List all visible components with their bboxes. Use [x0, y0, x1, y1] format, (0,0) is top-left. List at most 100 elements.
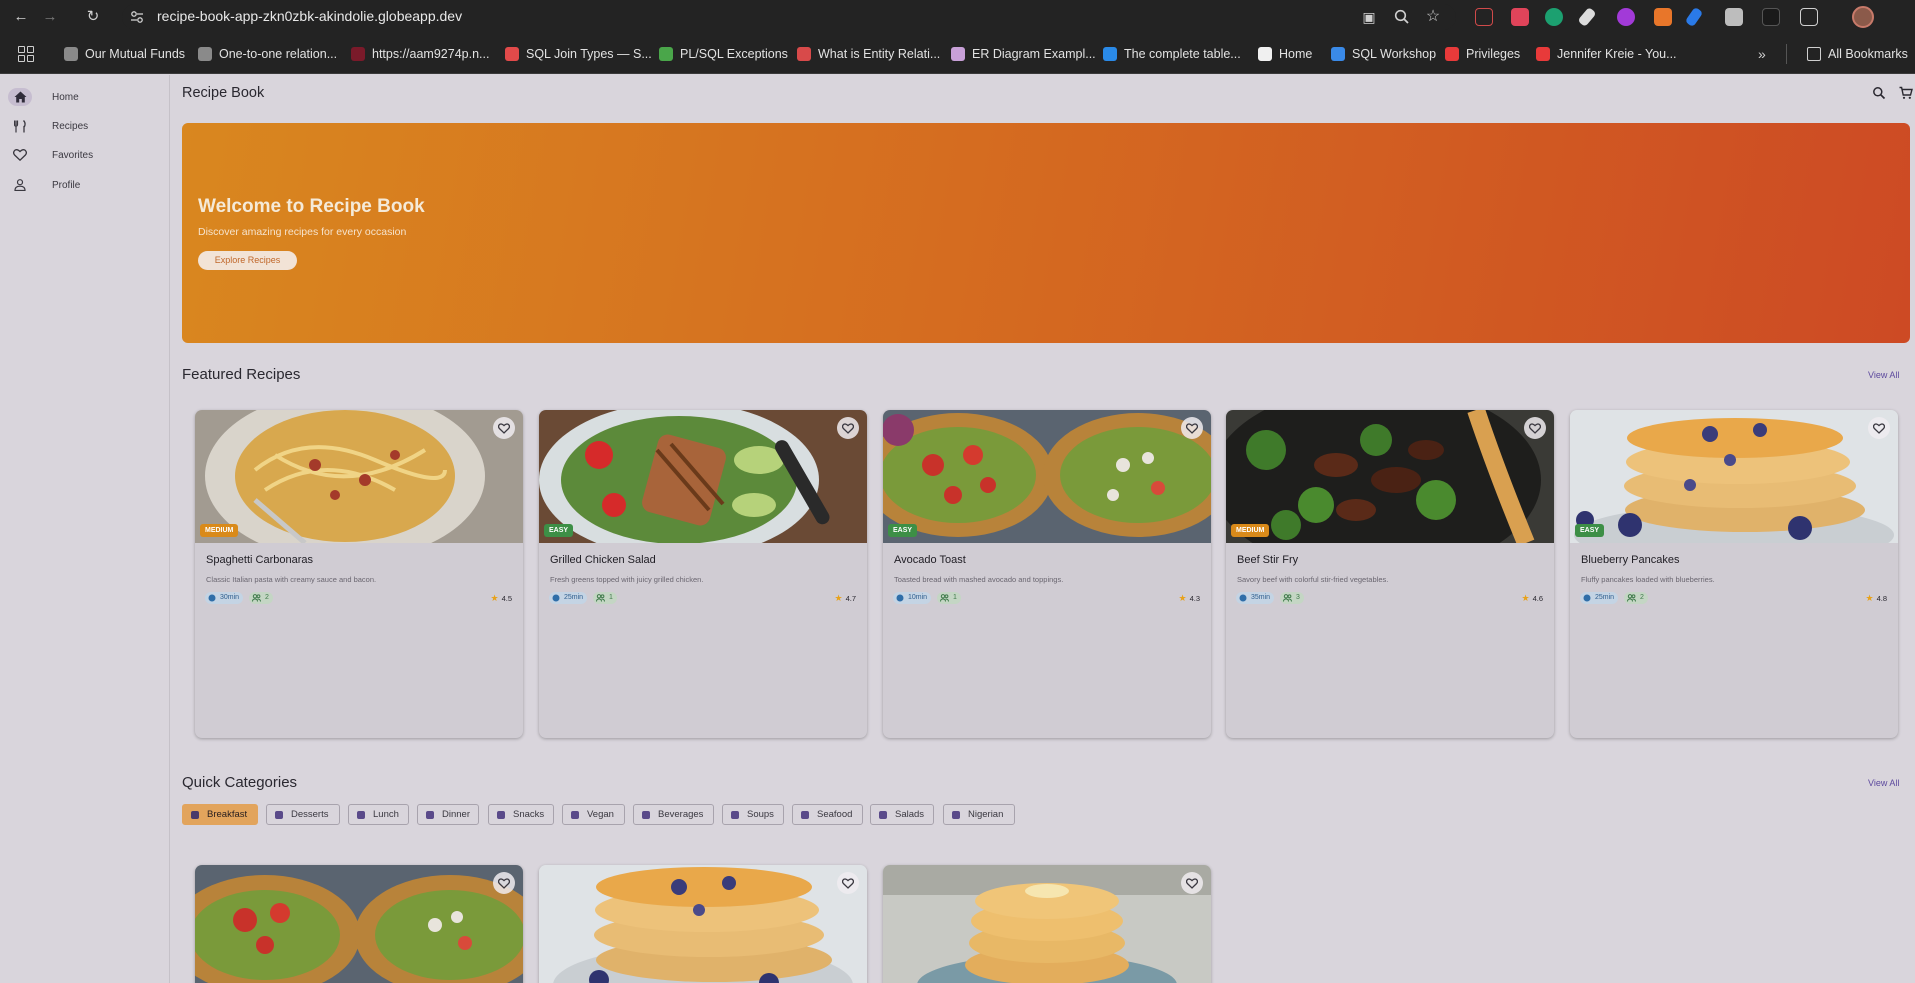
sidebar-item-home[interactable]: Home: [8, 85, 158, 109]
category-chip-breakfast[interactable]: Breakfast: [182, 804, 258, 825]
sidebar: Home Recipes Favorites Profile: [0, 75, 170, 983]
category-icon: [571, 810, 579, 819]
bookmark-item[interactable]: One-to-one relation...: [198, 46, 337, 62]
profile-avatar[interactable]: [1852, 6, 1874, 28]
favorite-heart-icon[interactable]: [493, 872, 515, 894]
rating: ★ 4.3: [1178, 593, 1200, 603]
favorite-heart-icon[interactable]: [1868, 417, 1890, 439]
recipe-image: [1570, 410, 1898, 543]
sidebar-item-profile[interactable]: Profile: [8, 173, 158, 197]
recipe-card[interactable]: EASY Avocado Toast Toasted bread with mash…: [883, 410, 1211, 738]
bookmark-item[interactable]: Our Mutual Funds: [64, 46, 185, 62]
pen-extension-icon[interactable]: [1684, 6, 1704, 28]
url-text[interactable]: recipe-book-app-zkn0zbk-akindolie.globea…: [157, 8, 462, 24]
cart-icon[interactable]: [1899, 86, 1913, 100]
star-icon: ★: [834, 593, 843, 603]
bookmark-item[interactable]: What is Entity Relati...: [797, 46, 940, 62]
category-recipe-card[interactable]: [195, 865, 523, 983]
servings-chip: 2: [1624, 592, 1648, 604]
forward-icon[interactable]: →: [40, 7, 60, 27]
recipe-card[interactable]: MEDIUM Beef Stir Fry Savory beef with colo…: [1226, 410, 1554, 738]
category-chip-nigerian[interactable]: Nigerian: [943, 804, 1015, 825]
bookmark-label: Home: [1279, 47, 1313, 61]
extension-purple-icon[interactable]: [1617, 8, 1635, 26]
cook-time-chip: 25min: [1580, 592, 1619, 604]
favorite-heart-icon[interactable]: [493, 417, 515, 439]
favorite-heart-icon[interactable]: [1181, 872, 1203, 894]
bookmark-label: https://aam9274p.n...: [372, 47, 490, 61]
category-chip-seafood[interactable]: Seafood: [792, 804, 863, 825]
recipe-image: [1226, 410, 1554, 543]
apps-grid-icon[interactable]: [18, 46, 34, 62]
people-icon: [252, 594, 261, 602]
category-chip-vegan[interactable]: Vegan: [562, 804, 625, 825]
zoom-icon[interactable]: [1393, 8, 1411, 26]
clock-icon: [1583, 594, 1591, 602]
recipe-image: [539, 410, 867, 543]
cloud-extension-icon[interactable]: [1725, 8, 1743, 26]
category-recipe-card[interactable]: [539, 865, 867, 983]
hero-subtitle: Discover amazing recipes for every occas…: [198, 226, 407, 238]
grammarly-extension-icon[interactable]: [1545, 8, 1563, 26]
category-icon: [952, 810, 960, 819]
recipe-image: [883, 865, 1211, 983]
favorite-heart-icon[interactable]: [837, 872, 859, 894]
favorite-heart-icon[interactable]: [837, 417, 859, 439]
categories-view-all-link[interactable]: View All: [1868, 778, 1899, 788]
bookmarks-bar: Our Mutual Funds One-to-one relation... ht…: [0, 34, 1915, 74]
metamask-extension-icon[interactable]: [1654, 8, 1672, 26]
category-chip-lunch[interactable]: Lunch: [348, 804, 409, 825]
recipe-description: Classic Italian pasta with creamy sauce …: [206, 575, 377, 584]
sidebar-item-favorites[interactable]: Favorites: [8, 143, 158, 167]
install-app-icon[interactable]: ▣: [1360, 8, 1378, 26]
category-chip-beverages[interactable]: Beverages: [633, 804, 714, 825]
recipe-card[interactable]: EASY Grilled Chicken Salad Fresh greens to…: [539, 410, 867, 738]
dark-extension-icon[interactable]: [1762, 8, 1780, 26]
featured-view-all-link[interactable]: View All: [1868, 370, 1899, 380]
recipe-description: Toasted bread with mashed avocado and to…: [894, 575, 1064, 584]
bookmark-item[interactable]: Privileges: [1445, 46, 1520, 62]
recipe-description: Fluffy pancakes loaded with blueberries.: [1581, 575, 1715, 584]
bookmark-favicon-icon: [1258, 47, 1272, 61]
bookmark-star-icon[interactable]: ☆: [1424, 8, 1442, 26]
category-chip-soups[interactable]: Soups: [722, 804, 784, 825]
reload-icon[interactable]: ↻: [83, 7, 103, 27]
recipe-image: [195, 410, 523, 543]
bookmark-item[interactable]: The complete table...: [1103, 46, 1241, 62]
back-icon[interactable]: ←: [11, 7, 31, 27]
category-chip-snacks[interactable]: Snacks: [488, 804, 554, 825]
bookmark-item[interactable]: ER Diagram Exampl...: [951, 46, 1096, 62]
site-settings-icon[interactable]: [130, 10, 144, 24]
record-extension-icon[interactable]: [1475, 8, 1493, 26]
bookmark-item[interactable]: SQL Join Types — S...: [505, 46, 652, 62]
category-chip-dinner[interactable]: Dinner: [417, 804, 479, 825]
star-icon: ★: [1865, 593, 1874, 603]
favorite-heart-icon[interactable]: [1181, 417, 1203, 439]
bookmark-favicon-icon: [797, 47, 811, 61]
home-icon: [8, 88, 32, 106]
bookmark-label: Privileges: [1466, 47, 1521, 61]
recipe-card[interactable]: EASY Blueberry Pancakes Fluffy pancakes lo…: [1570, 410, 1898, 738]
bookmark-favicon-icon: [1103, 47, 1117, 61]
bookmark-item[interactable]: Home: [1258, 46, 1312, 62]
sidebar-item-recipes[interactable]: Recipes: [8, 114, 158, 138]
bookmark-favicon-icon: [951, 47, 965, 61]
favorite-heart-icon[interactable]: [1524, 417, 1546, 439]
more-bookmarks-chevron-icon[interactable]: »: [1758, 46, 1766, 62]
category-recipe-card[interactable]: [883, 865, 1211, 983]
category-chip-salads[interactable]: Salads: [870, 804, 934, 825]
eyedropper-extension-icon[interactable]: [1577, 6, 1597, 28]
all-bookmarks[interactable]: All Bookmarks: [1807, 46, 1908, 62]
bookmark-item[interactable]: PL/SQL Exceptions: [659, 46, 788, 62]
bookmark-item[interactable]: Jennifer Kreie - You...: [1536, 46, 1677, 62]
category-chip-desserts[interactable]: Desserts: [266, 804, 340, 825]
star-icon: ★: [490, 593, 499, 603]
explore-recipes-button[interactable]: Explore Recipes: [198, 251, 297, 270]
extensions-puzzle-icon[interactable]: [1800, 8, 1818, 26]
recipe-card[interactable]: MEDIUM Spaghetti Carbonaras Classic Italia…: [195, 410, 523, 738]
category-icon: [426, 810, 434, 819]
bookmark-item[interactable]: SQL Workshop: [1331, 46, 1436, 62]
pocket-extension-icon[interactable]: [1511, 8, 1529, 26]
bookmark-item[interactable]: https://aam9274p.n...: [351, 46, 489, 62]
search-icon[interactable]: [1872, 86, 1886, 100]
